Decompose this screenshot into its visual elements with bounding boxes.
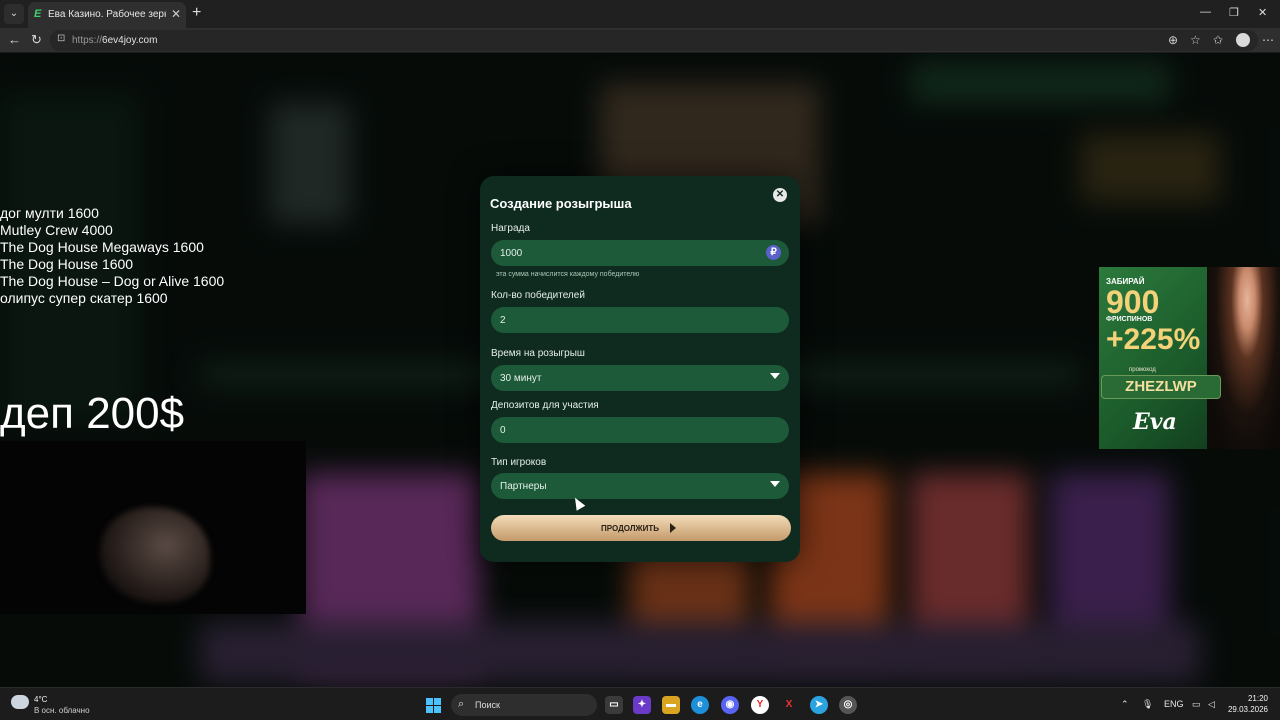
windows-taskbar: 4°C В осн. облачно ⌕ Поиск ▭ ✦ ▬ e ◉ Y X… bbox=[0, 687, 1280, 720]
title-bar: ⌄ E Ева Казино. Рабочее зеркало. О ✕ + —… bbox=[0, 0, 1280, 28]
edge-browser-icon[interactable]: e bbox=[691, 696, 709, 714]
deposits-label: Депозитов для участия bbox=[491, 400, 599, 411]
winners-value: 2 bbox=[500, 315, 506, 326]
taskbar-time[interactable]: 21:20 bbox=[1230, 694, 1268, 703]
favorites-collection-icon[interactable]: ✩ bbox=[1213, 33, 1223, 47]
task-view-icon[interactable]: ▭ bbox=[605, 696, 623, 714]
address-bar[interactable]: ⊡ https://6ev4joy.com ⊕ ☆ ✩ ⋯ bbox=[50, 30, 1274, 51]
webcam-overlay bbox=[0, 441, 306, 614]
taskbar-search[interactable]: ⌕ Поиск bbox=[451, 694, 597, 716]
cloud-weather-icon[interactable] bbox=[11, 695, 29, 709]
obs-studio-icon[interactable]: ◎ bbox=[839, 696, 857, 714]
maximize-icon[interactable]: ❐ bbox=[1229, 6, 1239, 19]
slot-entry: The Dog House – Dog or Alive 1600 bbox=[0, 273, 225, 289]
deposit-overlay: деп 200$ bbox=[0, 389, 185, 438]
site-info-icon[interactable]: ⊡ bbox=[57, 33, 65, 44]
weather-condition: В осн. облачно bbox=[34, 706, 90, 715]
chevron-down-icon bbox=[770, 481, 780, 487]
slot-entry: The Dog House 1600 bbox=[0, 256, 134, 272]
input-language[interactable]: ENG bbox=[1164, 699, 1184, 709]
kick-app-icon[interactable]: X bbox=[780, 696, 798, 714]
search-icon: ⌕ bbox=[458, 698, 465, 710]
slot-entry: The Dog House Megaways 1600 bbox=[0, 239, 204, 255]
tab-close-icon[interactable]: ✕ bbox=[171, 7, 181, 21]
promo-bonus-percent: +225% bbox=[1106, 323, 1201, 356]
continue-button[interactable]: ПРОДОЛЖИТЬ bbox=[491, 515, 791, 541]
player-type-select[interactable]: Партнеры bbox=[491, 473, 789, 499]
duration-value: 30 минут bbox=[500, 373, 542, 384]
duration-select[interactable]: 30 минут bbox=[491, 365, 789, 391]
winners-label: Кол-во победителей bbox=[491, 290, 585, 301]
reward-hint: эта сумма начислится каждому победителю bbox=[496, 271, 640, 278]
ruble-currency-icon: ₽ bbox=[766, 245, 781, 260]
reload-icon[interactable]: ↻ bbox=[31, 32, 42, 48]
slot-entry: дог мулти 1600 bbox=[0, 205, 99, 221]
taskbar-date[interactable]: 29.03.2026 bbox=[1226, 705, 1268, 714]
copilot-icon[interactable]: ✦ bbox=[633, 696, 651, 714]
promo-model-image bbox=[1207, 267, 1280, 449]
deposits-input[interactable]: 0 bbox=[491, 417, 789, 443]
file-explorer-icon[interactable]: ▬ bbox=[662, 696, 680, 714]
promo-code-caption: промокод bbox=[1129, 367, 1156, 373]
reward-label: Награда bbox=[491, 223, 530, 234]
casino-favicon-icon: E bbox=[34, 8, 42, 20]
network-icon[interactable]: ▭ bbox=[1192, 699, 1201, 710]
more-options-icon[interactable]: ⋯ bbox=[1262, 33, 1274, 47]
modal-title: Создание розыгрыша bbox=[490, 196, 632, 211]
discord-icon[interactable]: ◉ bbox=[721, 696, 739, 714]
player-type-value: Партнеры bbox=[500, 481, 547, 492]
telegram-icon[interactable]: ➤ bbox=[810, 696, 828, 714]
window-close-icon[interactable]: ✕ bbox=[1258, 6, 1267, 19]
duration-label: Время на розыгрыш bbox=[491, 348, 585, 359]
profile-avatar[interactable] bbox=[1236, 33, 1250, 47]
volume-icon[interactable]: ◁ bbox=[1208, 699, 1215, 710]
tab-actions-menu-button[interactable]: ⌄ bbox=[4, 4, 24, 24]
promo-line-3: ФРИСПИНОВ bbox=[1106, 316, 1153, 323]
yandex-browser-icon[interactable]: Y bbox=[751, 696, 769, 714]
new-tab-button[interactable]: + bbox=[192, 4, 201, 22]
giveaway-modal: Создание розыгрыша ✕ Награда 1000 ₽ эта … bbox=[480, 176, 800, 562]
address-url: https://6ev4joy.com bbox=[72, 35, 158, 46]
continue-label: ПРОДОЛЖИТЬ bbox=[601, 524, 660, 533]
webpage-viewport: дог мулти 1600 Mutley Crew 4000 The Dog … bbox=[0, 53, 1280, 687]
favorite-star-icon[interactable]: ☆ bbox=[1190, 33, 1201, 47]
close-icon[interactable]: ✕ bbox=[773, 188, 787, 202]
reading-mode-icon[interactable]: ⊕ bbox=[1168, 33, 1178, 47]
search-placeholder: Поиск bbox=[475, 700, 500, 710]
deposits-value: 0 bbox=[500, 425, 506, 436]
weather-temperature: 4°C bbox=[34, 695, 48, 704]
slot-entry: Mutley Crew 4000 bbox=[0, 222, 113, 238]
eva-logo: Eva bbox=[1133, 409, 1177, 435]
play-arrow-icon bbox=[670, 523, 676, 533]
hidden-icons-chevron-icon[interactable]: ⌃ bbox=[1121, 699, 1129, 710]
slot-entry: олипус супер скатер 1600 bbox=[0, 290, 168, 306]
browser-tab-active[interactable]: E Ева Казино. Рабочее зеркало. О ✕ bbox=[28, 2, 186, 28]
chevron-down-icon bbox=[770, 373, 780, 379]
microphone-icon[interactable]: 🎙 bbox=[1142, 699, 1153, 710]
promo-banner[interactable]: ЗАБИРАЙ 900 ФРИСПИНОВ +225% промокод ZHE… bbox=[1099, 267, 1280, 449]
reward-value: 1000 bbox=[500, 248, 523, 259]
winners-count-input[interactable]: 2 bbox=[491, 307, 789, 333]
tab-title: Ева Казино. Рабочее зеркало. О bbox=[48, 9, 166, 20]
webcam-person bbox=[100, 507, 210, 603]
promo-code: ZHEZLWP bbox=[1101, 375, 1221, 399]
minimize-icon[interactable]: — bbox=[1200, 6, 1211, 18]
player-type-label: Тип игроков bbox=[491, 457, 547, 468]
windows-start-icon[interactable] bbox=[426, 698, 441, 713]
navigation-bar: ← ↻ ⊡ https://6ev4joy.com ⊕ ☆ ✩ ⋯ bbox=[0, 28, 1280, 53]
stream-slot-list: дог мулти 1600 Mutley Crew 4000 The Dog … bbox=[0, 205, 224, 307]
back-arrow-icon[interactable]: ← bbox=[8, 32, 21, 48]
reward-input[interactable]: 1000 ₽ bbox=[491, 240, 789, 266]
